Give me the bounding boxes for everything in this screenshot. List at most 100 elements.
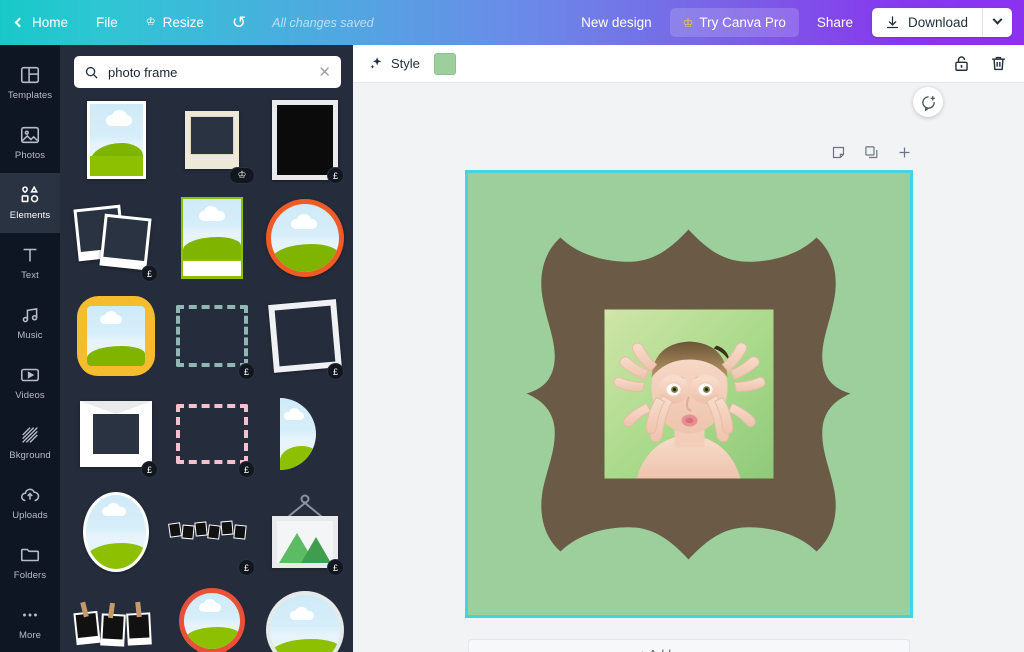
home-label: Home: [32, 15, 69, 30]
sidebar-item-uploads[interactable]: Uploads: [0, 472, 60, 532]
sidebar-label: Bkground: [9, 449, 51, 461]
pro-badge: ♔: [229, 167, 255, 184]
uploads-icon: [20, 488, 40, 502]
search-box[interactable]: ✕: [74, 56, 341, 88]
sparkle-icon: [370, 57, 382, 69]
more-icon: [23, 613, 37, 617]
templates-icon: [20, 67, 40, 84]
undo-icon: ↺: [231, 13, 247, 32]
comment-add-button[interactable]: [913, 87, 943, 117]
element-result[interactable]: £: [266, 292, 344, 380]
element-result[interactable]: £: [73, 194, 158, 282]
note-icon[interactable]: [831, 145, 846, 160]
sidebar-item-templates[interactable]: Templates: [0, 53, 60, 113]
design-page[interactable]: [465, 170, 913, 618]
search-container: ✕: [60, 45, 353, 96]
search-input[interactable]: [108, 64, 310, 80]
save-status: All changes saved: [272, 15, 374, 30]
style-toolbar: Style: [353, 45, 1024, 83]
duplicate-icon[interactable]: [864, 145, 879, 160]
style-label: Style: [391, 56, 420, 71]
sidebar-label: Uploads: [12, 509, 48, 521]
element-result[interactable]: [266, 586, 344, 652]
download-options-button[interactable]: [982, 8, 1012, 37]
top-toolbar: Home File ♔ Resize ↺ All changes saved N…: [0, 0, 1024, 45]
ornate-photo-frame[interactable]: [517, 222, 862, 567]
top-toolbar-left: Home File ♔ Resize ↺ All changes saved: [0, 0, 374, 45]
resize-button[interactable]: ♔ Resize: [132, 0, 218, 45]
add-new-page-button[interactable]: + Add a new page: [468, 639, 910, 652]
color-swatch[interactable]: [433, 52, 456, 75]
text-icon: [23, 248, 37, 262]
element-result[interactable]: £: [73, 586, 158, 652]
resize-label: Resize: [162, 15, 204, 30]
sidebar-label: Music: [17, 330, 43, 342]
element-result[interactable]: [74, 292, 158, 380]
element-result[interactable]: £: [168, 488, 255, 576]
chevron-left-icon: [14, 17, 25, 28]
unlock-icon[interactable]: [952, 54, 971, 73]
home-button[interactable]: Home: [0, 0, 82, 45]
element-result[interactable]: [169, 194, 255, 282]
top-toolbar-right: New design ♔ Try Canva Pro Share Downloa…: [568, 0, 1024, 45]
sidebar-item-text[interactable]: Text: [0, 233, 60, 293]
videos-icon: [20, 368, 40, 382]
framed-photo: [604, 309, 774, 479]
sidebar-item-photos[interactable]: Photos: [0, 113, 60, 173]
element-result[interactable]: [266, 194, 344, 282]
sidebar-item-elements[interactable]: Elements: [0, 172, 60, 233]
new-design-button[interactable]: New design: [568, 0, 665, 45]
background-icon: [22, 427, 38, 443]
element-result[interactable]: [266, 390, 344, 478]
sidebar-item-videos[interactable]: Videos: [0, 353, 60, 413]
element-result[interactable]: [74, 96, 158, 184]
style-toolbar-right: [952, 54, 1008, 73]
canva-editor: Home File ♔ Resize ↺ All changes saved N…: [0, 0, 1024, 652]
sidebar-item-music[interactable]: Music: [0, 293, 60, 353]
undo-button[interactable]: ↺: [218, 0, 260, 45]
download-button[interactable]: Download: [872, 8, 982, 37]
crown-icon: ♔: [682, 15, 694, 30]
element-result[interactable]: £: [266, 96, 344, 184]
price-badge: £: [327, 559, 344, 576]
music-icon: [22, 308, 38, 323]
price-badge: £: [141, 265, 158, 282]
frame-svg: [526, 229, 851, 560]
share-button[interactable]: Share: [804, 0, 866, 45]
canvas-area: + Add a new page: [353, 83, 1024, 652]
file-label: File: [96, 15, 118, 30]
element-result[interactable]: £: [169, 292, 255, 380]
folders-icon: [20, 548, 40, 561]
element-result[interactable]: £: [74, 390, 158, 478]
price-badge: £: [327, 363, 344, 380]
file-menu-button[interactable]: File: [82, 0, 132, 45]
crown-icon: ♔: [145, 16, 156, 28]
sidebar-item-folders[interactable]: Folders: [0, 532, 60, 592]
element-result[interactable]: ♔: [169, 96, 255, 184]
sidebar-item-more[interactable]: More: [0, 592, 60, 652]
sidebar-label: Videos: [15, 389, 45, 401]
download-group: Download: [871, 8, 1012, 37]
element-result[interactable]: £: [266, 488, 344, 576]
close-icon[interactable]: ✕: [318, 65, 331, 80]
price-badge: £: [238, 461, 255, 478]
left-rail: Templates Photos Elements Text Music Vid…: [0, 45, 60, 652]
comment-add-icon: [921, 95, 935, 111]
plus-icon[interactable]: [897, 145, 912, 160]
sidebar-label: Elements: [9, 210, 51, 222]
sidebar-label: Templates: [7, 90, 53, 102]
element-result[interactable]: [74, 488, 158, 576]
elements-panel: ✕ ♔: [60, 45, 353, 652]
try-canva-pro-button[interactable]: ♔ Try Canva Pro: [669, 8, 799, 37]
sidebar-label: Folders: [13, 569, 47, 581]
editor-area: Style: [353, 45, 1024, 652]
download-label: Download: [907, 15, 968, 30]
sidebar-label: Text: [21, 270, 39, 282]
style-button[interactable]: Style: [369, 56, 420, 71]
sidebar-item-background[interactable]: Bkground: [0, 412, 60, 472]
element-result[interactable]: [169, 586, 255, 652]
new-design-label: New design: [581, 15, 652, 30]
element-result[interactable]: £: [169, 390, 255, 478]
trash-icon[interactable]: [989, 54, 1008, 73]
price-badge: £: [238, 559, 255, 576]
